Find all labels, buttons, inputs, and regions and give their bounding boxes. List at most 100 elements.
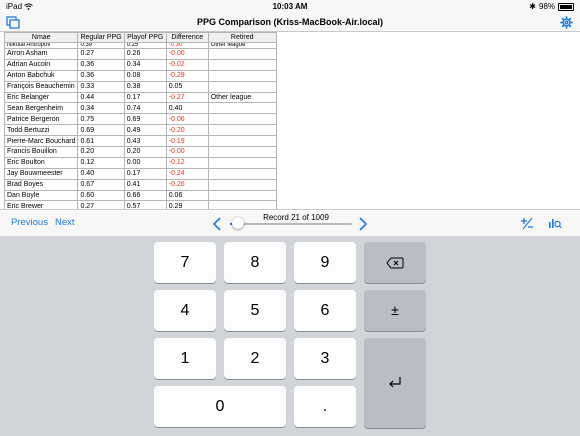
cell-difference[interactable]: -0.00: [165, 146, 209, 158]
cell-playoff[interactable]: 0.38: [123, 80, 167, 93]
cell-playoff[interactable]: 0.49: [123, 124, 167, 137]
cell-playoff[interactable]: 0.17: [123, 167, 167, 180]
cell-regular[interactable]: 0.44: [77, 91, 125, 104]
chevron-right-icon[interactable]: [357, 217, 369, 231]
table-row[interactable]: Francis Bouillon 0.20 0.20 -0.00: [3, 146, 277, 158]
table-row[interactable]: Sean Bergenheim 0.34 0.74 0.40: [3, 102, 277, 115]
cell-retired[interactable]: [207, 124, 277, 137]
cell-difference[interactable]: 0.05: [165, 80, 209, 93]
cell-retired[interactable]: [207, 113, 277, 126]
header-playoff-ppg[interactable]: Playof PPG: [123, 32, 167, 43]
cell-regular[interactable]: 0.75: [77, 113, 125, 126]
gear-icon[interactable]: [560, 16, 573, 29]
cell-difference[interactable]: 0.40: [165, 102, 209, 115]
cell-name[interactable]: Sean Bergenheim: [3, 102, 79, 115]
cell-regular[interactable]: 0.27: [77, 48, 125, 60]
key-5[interactable]: 5: [224, 290, 286, 331]
cell-playoff[interactable]: 0.69: [123, 113, 167, 126]
cell-retired[interactable]: [207, 156, 277, 169]
cell-retired[interactable]: [207, 48, 277, 60]
cell-regular[interactable]: 0.20: [77, 146, 125, 158]
cell-regular[interactable]: 0.36: [77, 58, 125, 71]
key-decimal[interactable]: .: [294, 386, 356, 427]
header-difference[interactable]: Difference: [165, 32, 209, 43]
key-4[interactable]: 4: [154, 290, 216, 331]
table-row[interactable]: Todd Bertuzzi 0.69 0.49 -0.20: [3, 124, 277, 137]
table-row[interactable]: Jay Bouwmeester 0.40 0.17 -0.24: [3, 167, 277, 180]
table-row[interactable]: Adrian Aucoin 0.36 0.34 -0.02: [3, 58, 277, 71]
table-row[interactable]: Brad Boyes 0.67 0.41 -0.26: [3, 178, 277, 191]
cell-name[interactable]: Eric Belanger: [3, 91, 79, 104]
key-9[interactable]: 9: [294, 242, 356, 283]
cell-retired[interactable]: [207, 189, 277, 202]
cell-retired[interactable]: [207, 58, 277, 71]
cell-regular[interactable]: 0.34: [77, 102, 125, 115]
key-1[interactable]: 1: [154, 338, 216, 379]
cell-playoff[interactable]: 0.00: [123, 156, 167, 169]
key-6[interactable]: 6: [294, 290, 356, 331]
cell-name[interactable]: Francis Bouillon: [3, 146, 79, 158]
cell-playoff[interactable]: 0.66: [123, 189, 167, 202]
cell-retired[interactable]: [207, 178, 277, 191]
cell-retired[interactable]: [207, 69, 277, 82]
cell-difference[interactable]: -0.29: [165, 69, 209, 82]
cell-difference[interactable]: -0.00: [165, 48, 209, 60]
key-8[interactable]: 8: [224, 242, 286, 283]
cell-name[interactable]: Patrice Bergeron: [3, 113, 79, 126]
cell-retired[interactable]: Other league: [207, 91, 277, 104]
cell-difference[interactable]: -0.24: [165, 167, 209, 180]
previous-button[interactable]: Previous: [11, 217, 48, 228]
cell-regular[interactable]: 0.33: [77, 80, 125, 93]
cell-retired[interactable]: [207, 102, 277, 115]
cell-difference[interactable]: -0.12: [165, 156, 209, 169]
cell-regular[interactable]: 0.61: [77, 135, 125, 148]
key-7[interactable]: 7: [154, 242, 216, 283]
cell-difference[interactable]: -0.27: [165, 91, 209, 104]
cell-name[interactable]: Todd Bertuzzi: [3, 124, 79, 137]
table-row[interactable]: Pierre-Marc Bouchard 0.61 0.43 -0.19: [3, 135, 277, 148]
cell-playoff[interactable]: 0.17: [123, 91, 167, 104]
cell-difference[interactable]: -0.02: [165, 58, 209, 71]
cell-name[interactable]: Arron Asham: [3, 48, 79, 60]
cell-name[interactable]: Anton Babchuk: [3, 69, 79, 82]
cell-name[interactable]: Pierre-Marc Bouchard: [3, 135, 79, 148]
cell-playoff[interactable]: 0.20: [123, 146, 167, 158]
table-row[interactable]: Patrice Bergeron 0.75 0.69 -0.06: [3, 113, 277, 126]
cell-name[interactable]: Jay Bouwmeester: [3, 167, 79, 180]
table-row[interactable]: Eric Boulton 0.12 0.00 -0.12: [3, 156, 277, 169]
table-row[interactable]: François Beauchemin 0.33 0.38 0.05: [3, 80, 277, 93]
cell-playoff[interactable]: 0.34: [123, 58, 167, 71]
cell-regular[interactable]: 0.40: [77, 167, 125, 180]
cell-name[interactable]: Eric Boulton: [3, 156, 79, 169]
cell-regular[interactable]: 0.67: [77, 178, 125, 191]
return-button[interactable]: [364, 338, 426, 428]
cell-name[interactable]: Dan Boyle: [3, 189, 79, 202]
cell-regular[interactable]: 0.12: [77, 156, 125, 169]
cell-difference[interactable]: -0.06: [165, 113, 209, 126]
cell-retired[interactable]: [207, 80, 277, 93]
plus-minus-button[interactable]: ±: [364, 290, 426, 331]
record-slider-thumb[interactable]: [232, 217, 245, 229]
table-row[interactable]: Arron Asham 0.27 0.26 -0.00: [3, 48, 277, 60]
cell-name[interactable]: Adrian Aucoin: [3, 58, 79, 71]
plus-minus-icon[interactable]: [520, 216, 534, 230]
cell-retired[interactable]: [207, 167, 277, 180]
table-row[interactable]: Dan Boyle 0.60 0.66 0.06: [3, 189, 277, 202]
header-regular-ppg[interactable]: Regular PPG: [77, 32, 125, 43]
cell-regular[interactable]: 0.60: [77, 189, 125, 202]
cell-difference[interactable]: 0.06: [165, 189, 209, 202]
cell-difference[interactable]: -0.19: [165, 135, 209, 148]
cell-retired[interactable]: [207, 135, 277, 148]
cell-regular[interactable]: 0.36: [77, 69, 125, 82]
table-row[interactable]: Anton Babchuk 0.36 0.08 -0.29: [3, 69, 277, 82]
backspace-button[interactable]: [364, 242, 426, 283]
cell-retired[interactable]: [207, 146, 277, 158]
key-3[interactable]: 3: [294, 338, 356, 379]
key-2[interactable]: 2: [224, 338, 286, 379]
cell-playoff[interactable]: 0.08: [123, 69, 167, 82]
cell-playoff[interactable]: 0.41: [123, 178, 167, 191]
next-button[interactable]: Next: [55, 217, 75, 228]
cell-difference[interactable]: -0.20: [165, 124, 209, 137]
cell-regular[interactable]: 0.69: [77, 124, 125, 137]
cell-name[interactable]: Brad Boyes: [3, 178, 79, 191]
